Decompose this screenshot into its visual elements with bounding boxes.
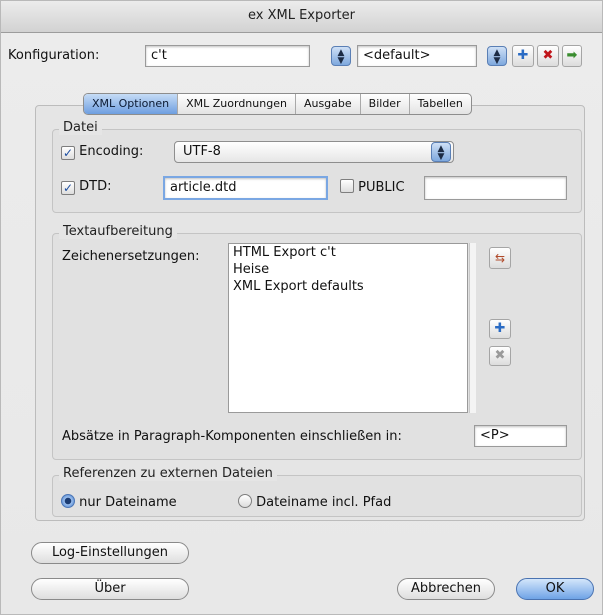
plus-icon: ✚ xyxy=(494,321,506,336)
zeichen-list[interactable]: HTML Export c't Heise XML Export default… xyxy=(228,243,468,413)
import-list-button[interactable]: ⇆ xyxy=(489,247,511,269)
checkmark-icon: ✓ xyxy=(61,181,75,195)
datei-group-label: Datei xyxy=(59,120,102,135)
add-config-button[interactable]: ✚ xyxy=(512,45,534,67)
tab-xml-optionen[interactable]: XML Optionen xyxy=(84,94,178,114)
dtd-checkbox[interactable]: ✓ DTD: xyxy=(61,179,111,195)
encoding-value: UTF-8 xyxy=(183,144,221,159)
export-config-button[interactable]: ➡ xyxy=(562,45,582,67)
ok-button[interactable]: OK xyxy=(516,578,594,600)
radio-icon xyxy=(238,494,252,508)
encoding-label: Encoding: xyxy=(79,144,144,159)
radio-label: nur Dateiname xyxy=(79,495,177,510)
list-item[interactable]: XML Export defaults xyxy=(229,278,467,295)
export-icon: ➡ xyxy=(566,48,578,63)
dtd-input[interactable]: article.dtd xyxy=(163,176,328,200)
cancel-button[interactable]: Abbrechen xyxy=(397,578,495,600)
close-icon: ✖ xyxy=(494,348,506,363)
encoding-stepper[interactable]: ▲ ▼ xyxy=(431,142,451,162)
tab-xml-zuordnungen[interactable]: XML Zuordnungen xyxy=(177,94,295,114)
list-scrollbar[interactable] xyxy=(469,243,476,413)
close-icon: ✖ xyxy=(542,48,554,63)
delete-config-button[interactable]: ✖ xyxy=(537,45,559,67)
public-checkbox[interactable]: PUBLIC xyxy=(340,179,405,195)
preset-input[interactable]: <default> xyxy=(357,45,477,67)
checkmark-icon: ✓ xyxy=(61,146,75,160)
radio-label: Dateiname incl. Pfad xyxy=(256,495,392,510)
absatz-input[interactable]: <P> xyxy=(474,425,567,447)
title-bar[interactable]: ex XML Exporter xyxy=(1,1,602,33)
config-label: Konfiguration: xyxy=(8,48,100,63)
public-input[interactable] xyxy=(424,176,567,200)
tab-bilder[interactable]: Bilder xyxy=(359,94,409,114)
textaufbereitung-group-label: Textaufbereitung xyxy=(59,224,177,239)
add-item-button[interactable]: ✚ xyxy=(489,319,511,339)
zeichen-label: Zeichenersetzungen: xyxy=(62,249,200,264)
remove-item-button[interactable]: ✖ xyxy=(489,346,511,366)
tab-ausgabe[interactable]: Ausgabe xyxy=(294,94,360,114)
import-icon: ⇆ xyxy=(494,251,506,265)
absatz-label: Absätze in Paragraph-Komponenten einschl… xyxy=(62,429,402,444)
tab-bar: XML Optionen XML Zuordnungen Ausgabe Bil… xyxy=(83,93,472,115)
list-item[interactable]: Heise xyxy=(229,261,467,278)
tab-tabellen[interactable]: Tabellen xyxy=(408,94,471,114)
config-input[interactable]: c't xyxy=(145,45,310,67)
about-button[interactable]: Über xyxy=(31,578,189,600)
window-title: ex XML Exporter xyxy=(248,8,355,23)
exporter-window: ex XML Exporter Konfiguration: c't ▲ ▼ <d… xyxy=(0,0,603,615)
list-item[interactable]: HTML Export c't xyxy=(229,244,467,261)
referenzen-group-label: Referenzen zu externen Dateien xyxy=(59,466,277,481)
radio-dateiname-pfad[interactable]: Dateiname incl. Pfad xyxy=(238,494,391,510)
radio-nur-dateiname[interactable]: nur Dateiname xyxy=(61,494,177,510)
radio-selected-icon xyxy=(61,494,75,508)
config-stepper[interactable]: ▲ ▼ xyxy=(331,46,351,66)
dtd-label: DTD: xyxy=(79,179,112,194)
checkbox-box xyxy=(340,179,354,193)
encoding-select[interactable]: UTF-8 xyxy=(174,141,454,163)
plus-icon: ✚ xyxy=(517,48,529,63)
encoding-checkbox[interactable]: ✓ Encoding: xyxy=(61,144,143,160)
preset-stepper[interactable]: ▲ ▼ xyxy=(487,46,507,66)
log-settings-button[interactable]: Log-Einstellungen xyxy=(31,542,189,564)
public-label: PUBLIC xyxy=(358,180,405,195)
